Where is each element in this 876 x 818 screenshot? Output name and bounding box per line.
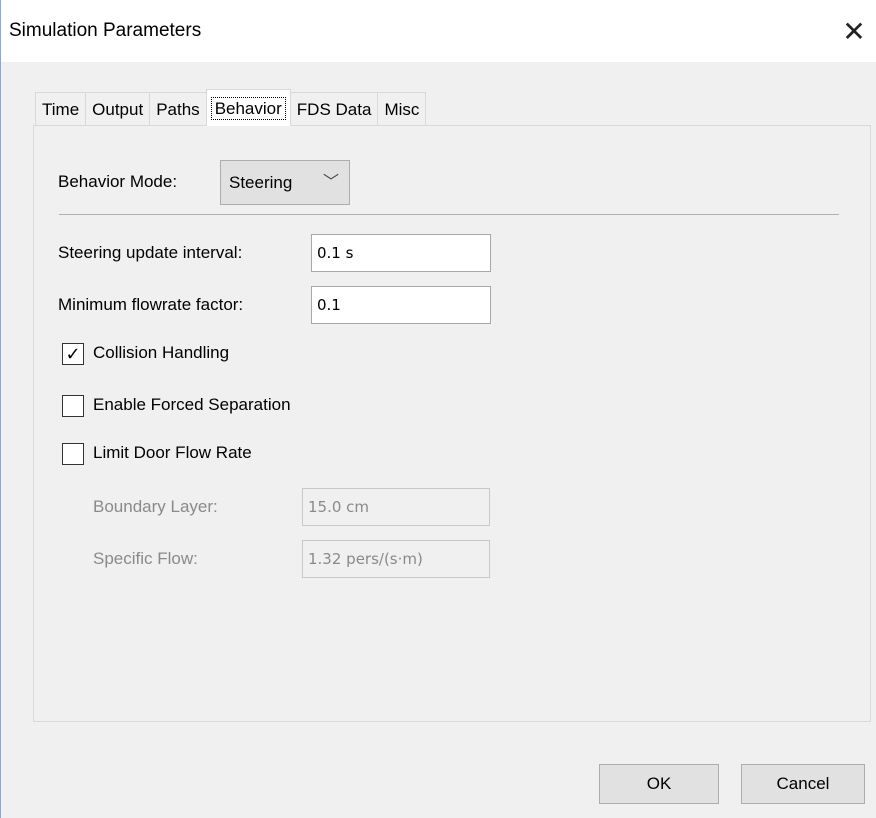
tab-output[interactable]: Output	[85, 92, 151, 126]
boundary-layer-label: Boundary Layer:	[93, 497, 218, 516]
close-icon: ✕	[842, 15, 866, 47]
checkmark-icon: ✓	[65, 344, 81, 364]
forced-separation-label: Enable Forced Separation	[93, 395, 291, 414]
separator	[59, 214, 839, 215]
tab-fds-data[interactable]: FDS Data	[289, 92, 379, 126]
limit-door-flow-label: Limit Door Flow Rate	[93, 443, 252, 462]
title-bar: Simulation Parameters ✕	[1, 0, 876, 62]
limit-door-flow-checkbox[interactable]	[62, 443, 84, 465]
collision-handling-label: Collision Handling	[93, 343, 230, 362]
tab-bar: Time Output Paths Behavior FDS Data Misc	[35, 89, 427, 126]
tab-time[interactable]: Time	[35, 92, 87, 126]
boundary-layer-field: 15.0 cm	[302, 488, 490, 526]
tab-misc[interactable]: Misc	[377, 92, 427, 126]
min-flowrate-field[interactable]: 0.1	[311, 286, 491, 324]
min-flowrate-label: Minimum flowrate factor:	[58, 295, 244, 314]
simulation-parameters-dialog: Simulation Parameters ✕ Time Output Path…	[0, 0, 876, 818]
behavior-mode-value: Steering	[229, 173, 293, 192]
specific-flow-field: 1.32 pers/(s·m)	[302, 540, 490, 578]
window-title: Simulation Parameters	[9, 20, 202, 41]
tab-paths[interactable]: Paths	[149, 92, 207, 126]
steering-interval-field[interactable]: 0.1 s	[311, 234, 491, 272]
cancel-button[interactable]: Cancel	[741, 764, 865, 804]
specific-flow-label: Specific Flow:	[93, 549, 198, 568]
ok-button[interactable]: OK	[599, 764, 719, 804]
behavior-mode-label: Behavior Mode:	[58, 172, 178, 191]
chevron-down-icon: ﹀	[322, 174, 339, 191]
tab-behavior[interactable]: Behavior	[205, 89, 291, 126]
close-button[interactable]: ✕	[837, 14, 871, 48]
forced-separation-checkbox[interactable]	[62, 395, 84, 417]
collision-handling-checkbox[interactable]: ✓	[62, 343, 84, 365]
steering-interval-label: Steering update interval:	[58, 243, 243, 262]
behavior-mode-select[interactable]: Steering ﹀	[220, 160, 350, 205]
